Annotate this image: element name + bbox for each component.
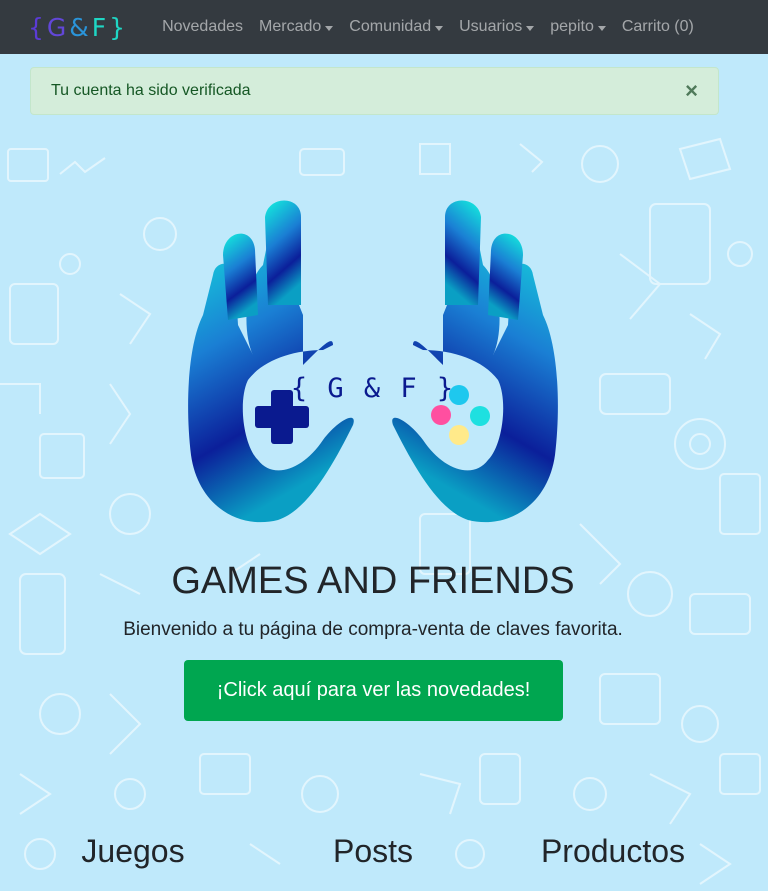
page-title: GAMES AND FRIENDS	[171, 560, 575, 602]
nav-item-label: Mercado	[259, 18, 322, 35]
alert-message: Tu cuenta ha sido verificada	[51, 82, 251, 99]
close-icon[interactable]: ×	[685, 80, 698, 102]
section-heading-juegos: Juegos	[81, 833, 185, 869]
view-news-button[interactable]: ¡Click aquí para ver las novedades!	[184, 660, 563, 721]
brand-logo[interactable]: { G & F }	[28, 13, 128, 42]
caret-down-icon	[597, 25, 606, 31]
top-navbar: { G & F } Novedades Mercado Comunidad Us…	[0, 0, 768, 54]
nav-item-label: Usuarios	[459, 18, 523, 35]
games-and-friends-logo: { G & F }	[183, 195, 563, 540]
brand-open-brace: {	[28, 12, 47, 42]
left-hand-icon	[188, 200, 354, 523]
nav-item-usuarios[interactable]: Usuarios	[451, 18, 542, 36]
brand-letter-f: F	[91, 12, 110, 42]
right-hand-icon	[392, 200, 558, 523]
caret-down-icon	[526, 25, 535, 31]
nav-item-cart[interactable]: Carrito (0)	[614, 18, 702, 36]
success-alert: Tu cuenta ha sido verificada ×	[30, 67, 719, 115]
caret-down-icon	[325, 25, 334, 31]
nav-item-mercado[interactable]: Mercado	[251, 18, 341, 36]
nav-item-novedades[interactable]: Novedades	[154, 18, 251, 36]
section-heading-productos: Productos	[540, 833, 686, 869]
nav-item-comunidad[interactable]: Comunidad	[341, 18, 451, 36]
nav-item-label: Carrito (0)	[621, 18, 694, 35]
brand-letter-g: G	[46, 12, 70, 42]
nav-item-label: Novedades	[162, 18, 244, 35]
nav-menu: Novedades Mercado Comunidad Usuarios pep…	[154, 18, 702, 36]
logo-text: { G & F }	[291, 373, 455, 404]
nav-item-label: pepito	[550, 18, 594, 35]
brand-ampersand: &	[69, 12, 92, 42]
nav-item-label: Comunidad	[349, 18, 432, 35]
section-heading-posts: Posts	[332, 833, 414, 869]
brand-close-brace: }	[109, 12, 129, 42]
caret-down-icon	[435, 25, 444, 31]
page-subtitle: Bienvenido a tu página de compra-venta d…	[123, 619, 623, 640]
nav-item-user-menu[interactable]: pepito	[542, 18, 614, 36]
